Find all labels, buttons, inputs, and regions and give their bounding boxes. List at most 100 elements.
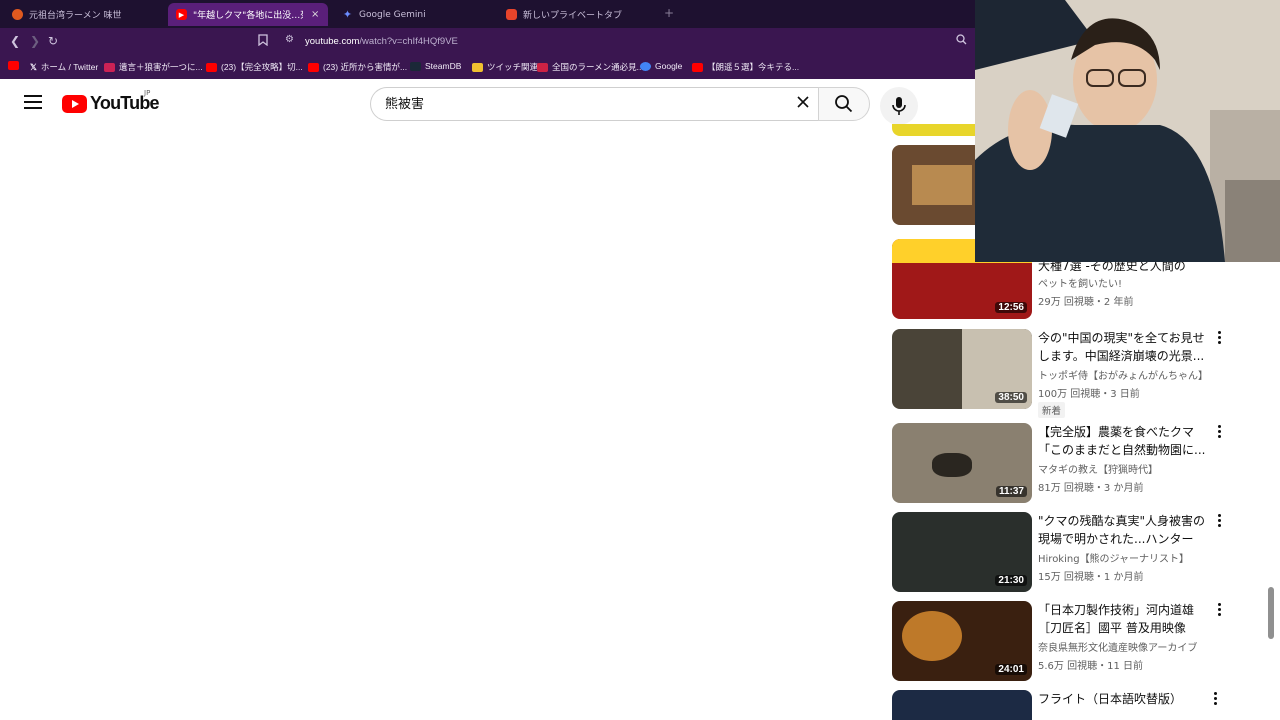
search-button[interactable]: [818, 87, 870, 121]
search-box: [370, 87, 818, 121]
google-favicon-icon: [640, 61, 651, 71]
youtube-favicon-icon: [692, 62, 703, 72]
video-duration: 11:37: [995, 486, 1027, 497]
tab-close-icon[interactable]: ×: [311, 9, 319, 20]
list-item[interactable]: 24:01 「日本刀製作技術」河内道雄［刀匠名］國平 普及用映像 奈良県無形文化…: [892, 601, 1232, 683]
folder-icon: [472, 62, 483, 72]
video-thumbnail[interactable]: 11:37: [892, 423, 1032, 503]
new-tab-button[interactable]: +: [664, 6, 674, 20]
x-logo-icon: 𝕏: [30, 61, 37, 72]
thumbnail-graphic: [902, 611, 962, 661]
region-code: JP: [144, 89, 151, 97]
webcam-overlay: [975, 0, 1280, 262]
tab-ramen[interactable]: 元祖台湾ラーメン 味世: [4, 3, 164, 26]
video-title[interactable]: 「日本刀製作技術」河内道雄［刀匠名］國平 普及用映像: [1038, 601, 1208, 637]
tab-label: 新しいプライベートタブ: [523, 11, 623, 21]
search-icon: [835, 95, 853, 113]
bookmark-label: ホーム / Twitter: [40, 62, 99, 72]
gemini-star-icon: ✦: [342, 8, 353, 21]
site-settings-icon[interactable]: ⚙: [285, 34, 294, 45]
url-path: /watch?v=chIf4HQf9VE: [359, 36, 458, 47]
thumbnail-graphic: [912, 165, 972, 205]
address-toolbar: ❮ ❯ ↻ ⚙ youtube.com/watch?v=chIf4HQf9VE: [0, 28, 975, 55]
tab-label: "年越しクマ"各地に出没…死者13人: [193, 11, 303, 21]
bookmark-label: (23)【完全攻略】切...: [221, 62, 303, 72]
list-item[interactable]: 38:50 今の"中国の現実"を全てお見せします。中国経済崩壊の光景... トッ…: [892, 329, 1232, 419]
bookmark-label: 全国のラーメン通必見...: [552, 62, 644, 72]
bookmark-item[interactable]: 【朗遥５選】今キテる...: [692, 61, 799, 73]
youtube-favicon-icon: [8, 61, 19, 70]
bookmark-icon[interactable]: [258, 34, 268, 49]
bookmark-item[interactable]: 𝕏 ホーム / Twitter: [30, 61, 98, 73]
channel-name[interactable]: トッポギ侍【おがみょんがんちゃん】: [1038, 367, 1228, 382]
list-item[interactable]: 21:30 "クマの残酷な真実"人身被害の現場で明かされた...ハンターが...…: [892, 512, 1232, 594]
close-icon[interactable]: [795, 94, 811, 114]
video-title[interactable]: 今の"中国の現実"を全てお見せします。中国経済崩壊の光景...: [1038, 329, 1208, 365]
ramen-favicon-icon: [12, 9, 23, 20]
youtube-favicon-icon: [308, 62, 319, 72]
more-vertical-icon[interactable]: [1214, 603, 1224, 619]
tab-gemini[interactable]: ✦ Google Gemini: [334, 3, 494, 26]
brave-lion-icon: [506, 9, 517, 20]
video-title[interactable]: 【完全版】農薬を食べたクマ「このままだと自然動物園に...: [1038, 423, 1208, 459]
hamburger-menu-icon[interactable]: [24, 95, 42, 109]
voice-search-button[interactable]: [880, 87, 918, 125]
video-meta: 15万 回視聴・1 か月前: [1038, 572, 1144, 583]
bookmark-item[interactable]: ツイッチ関連: [472, 61, 538, 73]
back-arrow-icon[interactable]: ❮: [10, 34, 20, 48]
bookmark-item[interactable]: Google: [640, 61, 682, 71]
webcam-person-image: [975, 0, 1280, 262]
video-meta: 5.6万 回視聴・11 日前: [1038, 661, 1143, 672]
tab-private[interactable]: 新しいプライベートタブ: [498, 3, 658, 26]
steam-favicon-icon: [410, 61, 421, 71]
url-field[interactable]: youtube.com/watch?v=chIf4HQf9VE: [305, 36, 458, 47]
video-thumbnail[interactable]: 38:50: [892, 329, 1032, 409]
bookmarks-bar: 𝕏 ホーム / Twitter 遺言＋狼害が一つに... (23)【完全攻略】切.…: [0, 55, 975, 79]
bookmark-item[interactable]: (23)【完全攻略】切...: [206, 61, 303, 73]
youtube-favicon-icon: ▶: [176, 9, 187, 20]
bookmark-item[interactable]: 全国のラーメン通必見...: [537, 61, 644, 73]
bookmark-label: 【朗遥５選】今キテる...: [707, 62, 800, 72]
video-thumbnail[interactable]: 24:01: [892, 601, 1032, 681]
more-vertical-icon[interactable]: [1214, 425, 1224, 441]
page-scrollbar[interactable]: [1268, 587, 1274, 639]
youtube-logo[interactable]: YouTube JP: [62, 89, 160, 114]
bookmark-item[interactable]: (23) 近所から害情が...: [308, 61, 407, 73]
bookmark-label: (23) 近所から害情が...: [323, 62, 408, 72]
bookmark-item[interactable]: SteamDB: [410, 61, 461, 71]
channel-name[interactable]: ペットを飼いたい!: [1038, 275, 1228, 290]
search-input[interactable]: [385, 95, 775, 110]
bookmark-label: Google: [655, 61, 683, 71]
video-thumbnail[interactable]: [892, 690, 1032, 720]
video-meta: 100万 回視聴・3 日前: [1038, 389, 1140, 400]
video-duration: 38:50: [995, 392, 1027, 403]
tab-label: Google Gemini: [359, 9, 426, 20]
site-favicon-icon: [104, 62, 115, 72]
more-vertical-icon[interactable]: [1214, 514, 1224, 530]
youtube-favicon-icon: [206, 62, 217, 72]
bookmark-label: ツイッチ関連: [487, 62, 539, 72]
video-title[interactable]: フライト（日本語吹替版）: [1038, 690, 1208, 708]
bookmark-item[interactable]: [8, 61, 23, 70]
video-duration: 12:56: [995, 302, 1027, 313]
video-thumbnail[interactable]: 21:30: [892, 512, 1032, 592]
list-item[interactable]: フライト（日本語吹替版）: [892, 690, 1232, 720]
video-title[interactable]: "クマの残酷な真実"人身被害の現場で明かされた...ハンターが...: [1038, 512, 1208, 548]
tab-youtube-video[interactable]: ▶ "年越しクマ"各地に出没…死者13人 ×: [168, 3, 328, 26]
video-duration: 24:01: [995, 664, 1027, 675]
forward-arrow-icon[interactable]: ❯: [30, 34, 40, 48]
list-item[interactable]: 11:37 【完全版】農薬を食べたクマ「このままだと自然動物園に... マタギの…: [892, 423, 1232, 505]
zoom-icon[interactable]: [956, 34, 967, 48]
more-vertical-icon[interactable]: [1210, 692, 1220, 708]
youtube-masthead: YouTube JP: [0, 79, 975, 129]
thumbnail-graphic: [932, 453, 972, 477]
channel-name[interactable]: マタギの教え【狩猟時代】: [1038, 461, 1228, 476]
reload-icon[interactable]: ↻: [48, 34, 58, 48]
bookmark-item[interactable]: 遺言＋狼害が一つに...: [104, 61, 203, 73]
bookmark-label: SteamDB: [425, 61, 462, 71]
browser-tab-bar: 元祖台湾ラーメン 味世 ▶ "年越しクマ"各地に出没…死者13人 × ✦ Goo…: [0, 0, 975, 28]
video-meta: 81万 回視聴・3 か月前: [1038, 483, 1144, 494]
channel-name[interactable]: 奈良県無形文化遺産映像アーカイブ: [1038, 639, 1228, 654]
channel-name[interactable]: Hiroking【熊のジャーナリスト】: [1038, 550, 1228, 565]
more-vertical-icon[interactable]: [1214, 331, 1224, 347]
